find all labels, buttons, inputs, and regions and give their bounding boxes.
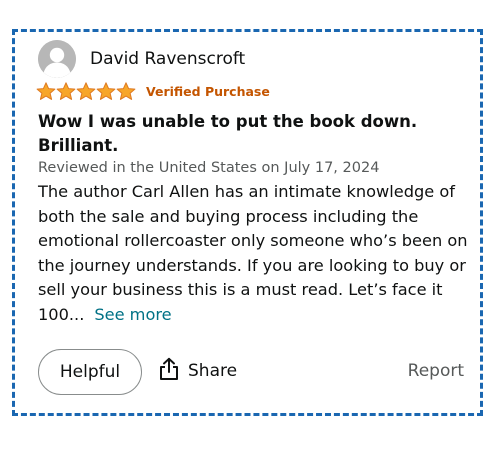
share-label: Share [188,361,238,381]
rating-row: Verified Purchase [36,82,270,101]
share-button[interactable]: Share [158,357,237,385]
verified-purchase-badge: Verified Purchase [146,84,270,99]
helpful-button[interactable]: Helpful [38,349,142,395]
star-icon [76,82,96,100]
user-silhouette-icon [38,40,76,78]
star-icon [96,82,116,100]
review-body-text: The author Carl Allen has an intimate kn… [38,182,468,324]
review-date: Reviewed in the United States on July 17… [38,160,380,176]
share-icon [158,357,180,385]
star-icon [36,82,56,100]
star-icon [116,82,136,100]
review-body: The author Carl Allen has an intimate kn… [38,180,470,328]
reviewer-name[interactable]: David Ravenscroft [90,49,245,69]
reviewer-row: David Ravenscroft [38,40,245,78]
see-more-link[interactable]: See more [94,305,171,324]
review-card: David Ravenscroft Verified Purchase Wow … [12,29,483,416]
review-title[interactable]: Wow I was unable to put the book down. B… [38,110,458,158]
report-link[interactable]: Report [408,361,464,381]
star-rating[interactable] [36,82,136,101]
star-icon [56,82,76,100]
review-actions: Helpful Share Report [38,349,470,395]
